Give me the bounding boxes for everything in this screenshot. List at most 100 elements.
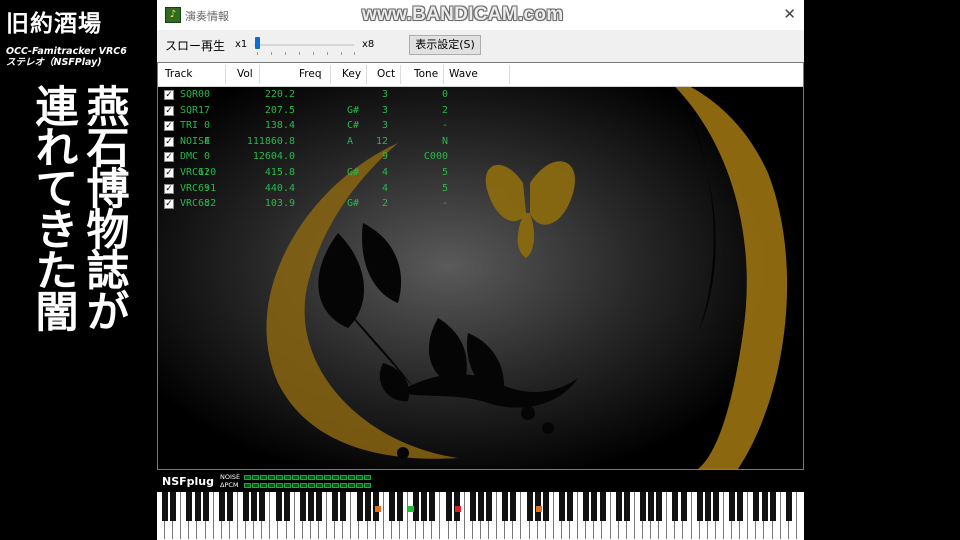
black-key[interactable] xyxy=(469,492,476,521)
black-key[interactable] xyxy=(299,492,306,521)
title-bar[interactable]: ♪ 演奏情報 www.BANDICAM.com ✕ xyxy=(157,0,804,30)
meter-segment xyxy=(244,475,251,480)
black-key[interactable] xyxy=(251,492,258,521)
black-key[interactable] xyxy=(769,492,776,521)
track-cell-track: SQR1 xyxy=(180,104,205,116)
column-header-oct[interactable]: Oct xyxy=(377,68,395,80)
black-key[interactable] xyxy=(218,492,225,521)
app-music-icon: ♪ xyxy=(165,7,181,23)
column-header-wave[interactable]: Wave xyxy=(449,68,478,80)
close-icon[interactable]: ✕ xyxy=(783,5,796,23)
slider-thumb[interactable] xyxy=(255,37,260,49)
black-key[interactable] xyxy=(696,492,703,521)
black-key[interactable] xyxy=(591,492,598,521)
black-key[interactable] xyxy=(243,492,250,521)
piano-keyboard[interactable] xyxy=(157,492,804,540)
black-key[interactable] xyxy=(340,492,347,521)
black-key[interactable] xyxy=(656,492,663,521)
meter-segment xyxy=(284,475,291,480)
black-key[interactable] xyxy=(680,492,687,521)
black-key[interactable] xyxy=(526,492,533,521)
track-mute-checkbox[interactable]: ✓ xyxy=(164,136,174,147)
column-separator[interactable] xyxy=(443,65,444,84)
playback-speed-slider[interactable] xyxy=(254,36,356,55)
black-key[interactable] xyxy=(542,492,549,521)
track-mute-checkbox[interactable]: ✓ xyxy=(164,199,174,210)
column-separator[interactable] xyxy=(400,65,401,84)
black-key[interactable] xyxy=(445,492,452,521)
meter-segment xyxy=(268,483,275,488)
video-overlay-panel: 旧約酒場 OCC-Famitracker VRC6 ステレオ（NSFPlay) … xyxy=(0,0,157,540)
track-cell-freq: 207.5 xyxy=(264,104,295,116)
black-key[interactable] xyxy=(307,492,314,521)
black-key[interactable] xyxy=(332,492,339,521)
black-key[interactable] xyxy=(486,492,493,521)
pressed-key-marker xyxy=(375,506,381,512)
track-mute-checkbox[interactable]: ✓ xyxy=(164,105,174,116)
black-key[interactable] xyxy=(672,492,679,521)
song-title-line2: 連れてきた闇 xyxy=(28,84,78,330)
column-header-tone[interactable]: Tone xyxy=(414,68,438,80)
black-key[interactable] xyxy=(640,492,646,521)
column-header-track[interactable]: Track xyxy=(165,68,192,80)
black-key[interactable] xyxy=(170,492,177,521)
black-key[interactable] xyxy=(729,492,736,521)
black-key[interactable] xyxy=(559,492,565,521)
black-key[interactable] xyxy=(785,492,792,521)
display-settings-button[interactable]: 表示設定(S) xyxy=(409,35,481,55)
black-key[interactable] xyxy=(194,492,201,521)
black-key[interactable] xyxy=(356,492,363,521)
track-cell-track: SQR0 xyxy=(180,89,205,100)
track-cell-freq: 12604.0 xyxy=(252,151,295,163)
track-mute-checkbox[interactable]: ✓ xyxy=(164,168,174,178)
column-header-key[interactable]: Key xyxy=(342,68,361,80)
column-header-vol[interactable]: Vol xyxy=(237,68,253,80)
track-row: ✓ NOISE 4 111860.8 A 12 N xyxy=(158,135,458,150)
column-header-freq[interactable]: Freq xyxy=(299,68,322,80)
black-key[interactable] xyxy=(704,492,711,521)
black-key[interactable] xyxy=(712,492,719,521)
black-key[interactable] xyxy=(259,492,266,521)
black-key[interactable] xyxy=(623,492,630,521)
black-key[interactable] xyxy=(761,492,768,521)
column-separator[interactable] xyxy=(259,65,260,84)
column-separator[interactable] xyxy=(330,65,331,84)
black-key[interactable] xyxy=(648,492,655,521)
black-key[interactable] xyxy=(413,492,420,521)
column-separator[interactable] xyxy=(509,65,510,84)
black-key[interactable] xyxy=(316,492,322,521)
column-separator[interactable] xyxy=(225,65,226,84)
black-key[interactable] xyxy=(186,492,193,521)
black-key[interactable] xyxy=(283,492,290,521)
black-key[interactable] xyxy=(478,492,484,521)
slider-track xyxy=(254,44,354,46)
black-key[interactable] xyxy=(737,492,744,521)
black-key[interactable] xyxy=(429,492,436,521)
black-key[interactable] xyxy=(226,492,233,521)
black-key[interactable] xyxy=(599,492,606,521)
slider-tick xyxy=(313,52,314,55)
slider-tick xyxy=(271,52,272,55)
black-key[interactable] xyxy=(502,492,509,521)
black-key[interactable] xyxy=(364,492,371,521)
meter-segment xyxy=(308,475,315,480)
meter-segment xyxy=(316,483,323,488)
black-key[interactable] xyxy=(615,492,622,521)
track-mute-checkbox[interactable]: ✓ xyxy=(164,90,174,100)
track-mute-checkbox[interactable]: ✓ xyxy=(164,121,174,132)
meter-segment xyxy=(260,475,267,480)
black-key[interactable] xyxy=(567,492,574,521)
black-key[interactable] xyxy=(202,492,209,521)
black-key[interactable] xyxy=(510,492,517,521)
track-mute-checkbox[interactable]: ✓ xyxy=(164,183,174,194)
black-key[interactable] xyxy=(583,492,590,521)
track-cell-tone: N xyxy=(441,135,448,147)
black-key[interactable] xyxy=(753,492,760,521)
column-separator[interactable] xyxy=(366,65,367,84)
black-key[interactable] xyxy=(388,492,395,521)
black-key[interactable] xyxy=(275,492,282,521)
black-key[interactable] xyxy=(162,492,169,521)
track-mute-checkbox[interactable]: ✓ xyxy=(164,152,174,163)
black-key[interactable] xyxy=(421,492,428,521)
black-key[interactable] xyxy=(397,492,403,521)
